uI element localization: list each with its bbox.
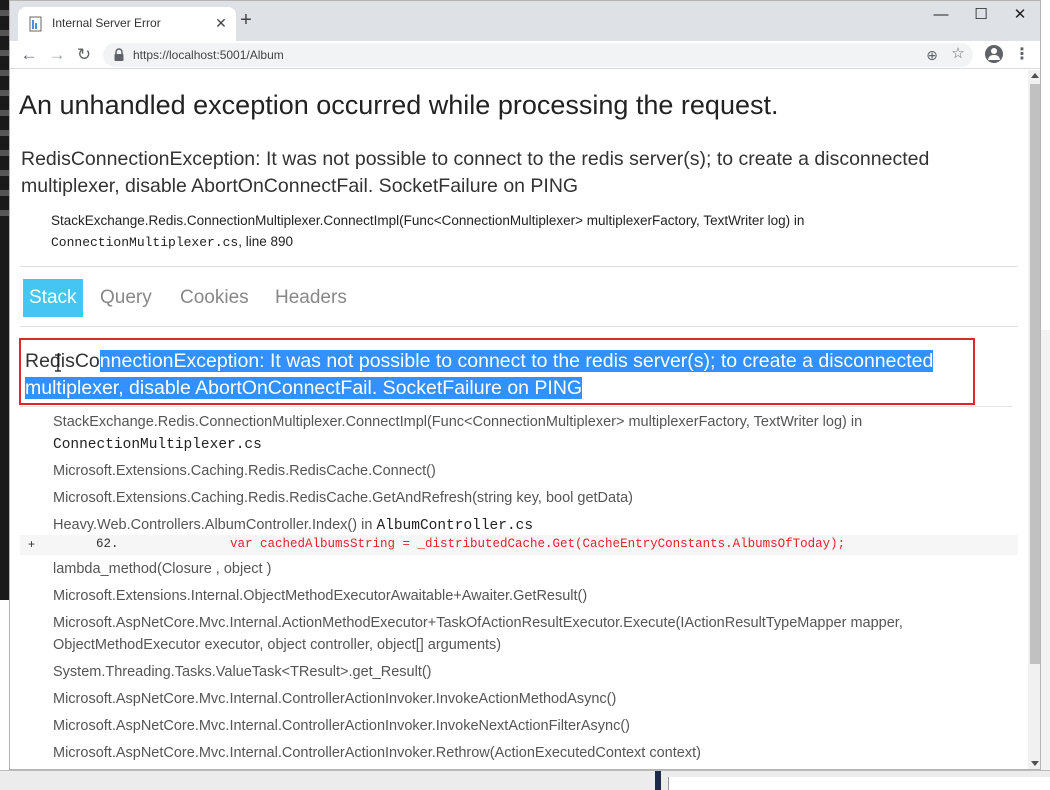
bookmark-star-icon[interactable]: ☆ [949, 45, 967, 63]
stack-frame[interactable]: Microsoft.Extensions.Caching.Redis.Redis… [53, 487, 633, 509]
browser-menu-icon[interactable]: ⋮ [1014, 45, 1030, 65]
selected-text: multiplexer, disable AbortOnConnectFail.… [25, 377, 583, 399]
scroll-up-icon[interactable] [1031, 73, 1039, 78]
stack-frame[interactable]: lambda_method(Closure , object ) [53, 558, 271, 580]
url-text: https://localhost:5001/Album [133, 48, 284, 62]
scrollbar-thumb[interactable] [1030, 84, 1040, 664]
location-file: ConnectionMultiplexer.cs [51, 235, 239, 250]
stack-exception-header: RedisConnectionException: It was not pos… [19, 338, 975, 405]
background-window-edge [1040, 330, 1050, 790]
close-tab-icon[interactable]: ✕ [213, 15, 229, 31]
maximize-button[interactable]: ☐ [966, 5, 996, 25]
source-code: var cachedAlbumsString = _distributedCac… [230, 537, 846, 551]
stack-frame[interactable]: Microsoft.Extensions.Internal.ObjectMeth… [53, 585, 587, 607]
expand-source-button[interactable]: + [28, 537, 35, 551]
scroll-down-icon[interactable] [1031, 761, 1039, 766]
title-bar: Internal Server Error ✕ + — ☐ ✕ [10, 1, 1040, 41]
page-title: An unhandled exception occurred while pr… [19, 90, 779, 120]
tab-cookies[interactable]: Cookies [174, 279, 255, 317]
tab-title: Internal Server Error [52, 16, 161, 30]
exception-title: RedisConnectionException: It was not pos… [21, 148, 930, 197]
stack-exception-line-2: multiplexer, disable AbortOnConnectFail.… [25, 375, 583, 402]
profile-avatar-icon[interactable] [985, 45, 1003, 63]
stack-frame[interactable]: System.Threading.Tasks.ValueTask<TResult… [53, 661, 432, 683]
document-icon [29, 16, 42, 32]
stack-frame[interactable]: ConnectionMultiplexer.cs [53, 433, 262, 456]
divider [20, 406, 1012, 407]
vertical-scrollbar[interactable] [1028, 70, 1040, 769]
tab-query[interactable]: Query [94, 279, 158, 317]
background-taskbar [0, 770, 1050, 790]
location-line: , line 890 [238, 234, 294, 249]
text-cursor-icon [55, 354, 61, 372]
page-content: An unhandled exception occurred while pr… [10, 70, 1028, 769]
background-terminal [0, 0, 9, 790]
stack-frame[interactable]: Microsoft.AspNetCore.Mvc.Internal.Contro… [53, 688, 616, 710]
zoom-icon[interactable]: ⊕ [923, 46, 941, 64]
selected-text: nnectionException: It was not possible t… [99, 350, 934, 372]
minimize-button[interactable]: — [926, 5, 956, 25]
divider [20, 266, 1018, 267]
stack-frame[interactable]: StackExchange.Redis.ConnectionMultiplexe… [53, 411, 862, 433]
back-button[interactable]: ← [18, 44, 40, 66]
tab-headers[interactable]: Headers [269, 279, 353, 317]
stack-frame[interactable]: Microsoft.AspNetCore.Mvc.Internal.Action… [53, 612, 903, 634]
stack-frame[interactable]: Microsoft.AspNetCore.Mvc.Internal.Contro… [53, 715, 630, 737]
close-window-button[interactable]: ✕ [1005, 5, 1035, 25]
address-bar[interactable]: https://localhost:5001/Album ⊕ ☆ [103, 43, 973, 67]
browser-window: Internal Server Error ✕ + — ☐ ✕ ← → ↻ ht… [9, 0, 1041, 770]
divider [20, 326, 1018, 327]
stack-exception-line-1: RedisConnectionException: It was not pos… [25, 350, 934, 372]
location-method: StackExchange.Redis.ConnectionMultiplexe… [51, 213, 805, 228]
stack-frame[interactable]: Heavy.Web.Controllers.AlbumController.In… [53, 514, 533, 537]
forward-button[interactable]: → [46, 44, 68, 66]
lock-icon [114, 48, 124, 61]
tab-stack[interactable]: Stack [23, 279, 83, 317]
stack-frame[interactable]: Microsoft.Extensions.Caching.Redis.Redis… [53, 460, 436, 482]
tab-internal-server-error[interactable]: Internal Server Error ✕ [18, 7, 236, 41]
reload-button[interactable]: ↻ [73, 44, 95, 66]
source-code-line: + 62. var cachedAlbumsString = _distribu… [20, 535, 1018, 555]
browser-toolbar: ← → ↻ https://localhost:5001/Album ⊕ ☆ ⋮ [10, 41, 1040, 69]
new-tab-button[interactable]: + [236, 10, 256, 30]
stack-frame[interactable]: Microsoft.AspNetCore.Mvc.Internal.Contro… [53, 742, 701, 764]
line-number: 62. [96, 537, 119, 551]
stack-frame[interactable]: ObjectMethodExecutor executor, object co… [53, 634, 501, 656]
exception-location: StackExchange.Redis.ConnectionMultiplexe… [51, 210, 951, 253]
